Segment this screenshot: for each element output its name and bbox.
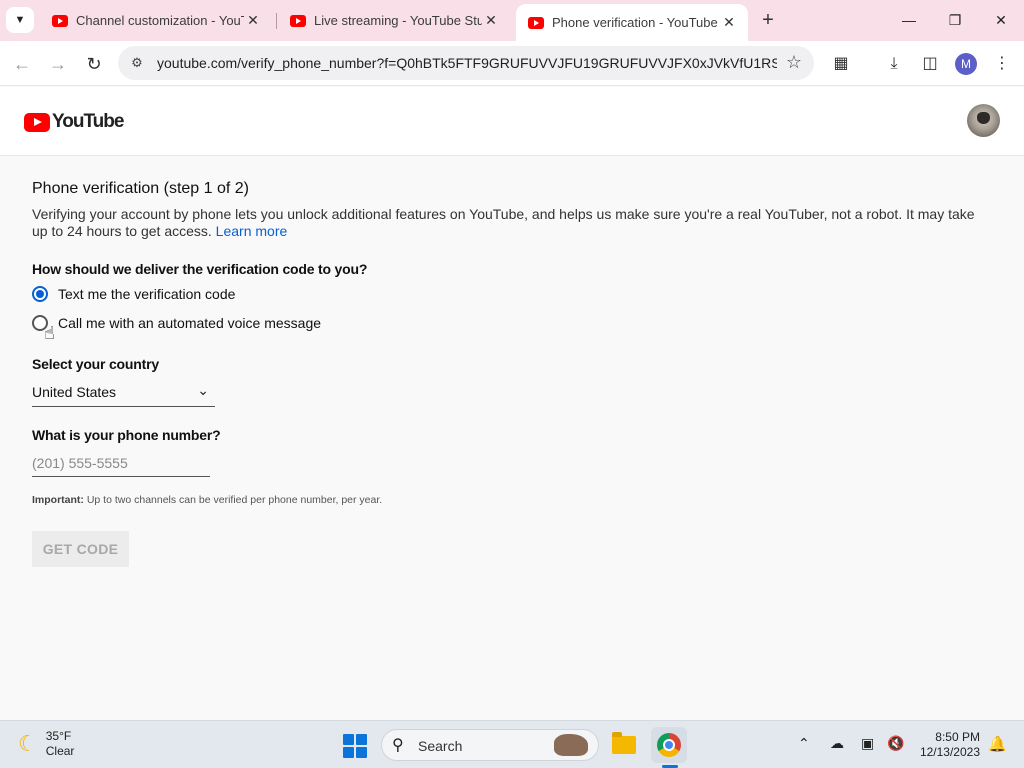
- download-icon: ⤓: [890, 55, 898, 72]
- search-icon: ⚲: [392, 737, 404, 754]
- profile-avatar[interactable]: M: [955, 53, 977, 75]
- downloads-button[interactable]: ⤓: [882, 52, 906, 76]
- site-info-icon[interactable]: ⚙: [128, 54, 146, 72]
- reload-icon: ↻: [86, 54, 102, 74]
- delivery-question: How should we deliver the verification c…: [32, 261, 368, 277]
- country-label: Select your country: [32, 356, 159, 372]
- browser-menu-button[interactable]: ⋮: [990, 52, 1014, 76]
- temperature: 35°F: [45, 729, 72, 743]
- notification-bell-icon[interactable]: 🔔: [988, 735, 1007, 753]
- file-explorer-button[interactable]: [606, 727, 642, 763]
- youtube-logo[interactable]: YouTube: [24, 111, 124, 133]
- clock-date: 12/13/2023: [919, 745, 980, 759]
- option-voice-call[interactable]: Call me with an automated voice message …: [32, 315, 322, 343]
- reload-button[interactable]: ↻: [82, 52, 106, 76]
- phone-number-input[interactable]: (201) 555-5555: [32, 453, 210, 477]
- tab-separator: [276, 13, 277, 29]
- plus-icon: +: [762, 9, 774, 31]
- address-url[interactable]: youtube.com/verify_phone_number?f=Q0hBTk…: [157, 55, 777, 71]
- restore-button[interactable]: ❐: [940, 8, 970, 32]
- volume-muted-icon[interactable]: 🔇: [887, 735, 904, 752]
- close-icon[interactable]: ✕: [244, 12, 262, 29]
- note-bold: Important:: [32, 494, 84, 506]
- moon-icon: ☾: [18, 731, 38, 756]
- chrome-icon: [657, 733, 681, 757]
- phone-label: What is your phone number?: [32, 427, 221, 443]
- get-code-button[interactable]: GET CODE: [32, 531, 129, 567]
- option-label: Text me the verification code: [58, 286, 236, 302]
- page-title: Phone verification (step 1 of 2): [32, 180, 250, 197]
- tab-live-streaming[interactable]: Live streaming - YouTube Studio ✕: [278, 4, 510, 37]
- youtube-logo-text: YouTube: [52, 111, 124, 132]
- tab-phone-verification[interactable]: Phone verification - YouTube ✕: [516, 4, 748, 41]
- windows-logo-icon: [343, 734, 354, 745]
- chrome-taskbar-button[interactable]: [651, 727, 687, 763]
- close-icon[interactable]: ✕: [482, 12, 500, 29]
- country-value: United States: [32, 384, 117, 400]
- windows-taskbar: ☾ 35°F Clear ⚲ Search ⌃ ☁ ▣ 🔇 8:50 PM 12…: [0, 720, 1024, 768]
- more-vert-icon: ⋮: [994, 55, 1010, 72]
- tab-title: Channel customization - YouTube: [76, 13, 244, 28]
- display-icon[interactable]: ▣: [861, 735, 874, 752]
- minimize-button[interactable]: —: [894, 8, 924, 32]
- close-icon: ✕: [995, 12, 1007, 28]
- taskbar-search[interactable]: ⚲ Search: [381, 729, 599, 761]
- address-bar[interactable]: ⚙ youtube.com/verify_phone_number?f=Q0hB…: [118, 46, 814, 80]
- description-text: Verifying your account by phone lets you…: [32, 206, 975, 239]
- option-label: Call me with an automated voice message: [58, 315, 322, 331]
- note-text: Up to two channels can be verified per p…: [83, 494, 383, 506]
- youtube-favicon-icon: [528, 16, 544, 29]
- onedrive-icon[interactable]: ☁: [830, 735, 844, 752]
- new-tab-button[interactable]: +: [758, 9, 778, 31]
- country-select[interactable]: United States ⌄: [32, 382, 215, 407]
- browser-tab-bar: ▼ Channel customization - YouTube ✕ Live…: [0, 0, 1024, 41]
- close-window-button[interactable]: ✕: [986, 8, 1016, 32]
- extensions-button[interactable]: ▦: [829, 52, 853, 76]
- restore-icon: ❐: [948, 12, 962, 28]
- puzzle-icon: ▦: [833, 55, 849, 72]
- tab-search-button[interactable]: ▼: [6, 7, 34, 33]
- start-button[interactable]: [343, 734, 367, 758]
- forward-button[interactable]: →: [46, 52, 70, 76]
- browser-toolbar: ← → ↻ ⚙ youtube.com/verify_phone_number?…: [0, 41, 1024, 86]
- tab-channel-customization[interactable]: Channel customization - YouTube ✕: [40, 4, 272, 37]
- minimize-icon: —: [902, 12, 916, 28]
- youtube-favicon-icon: [290, 14, 306, 27]
- star-icon[interactable]: ☆: [786, 52, 802, 73]
- chevron-down-icon: ⌄: [197, 382, 209, 398]
- search-label: Search: [418, 738, 463, 754]
- account-avatar[interactable]: [967, 104, 1000, 137]
- learn-more-link[interactable]: Learn more: [216, 223, 288, 239]
- option-text-message[interactable]: Text me the verification code: [32, 286, 235, 302]
- tab-title: Phone verification - YouTube: [552, 15, 718, 30]
- system-clock[interactable]: 8:50 PM 12/13/2023: [916, 730, 980, 760]
- weather-condition: Clear: [45, 744, 75, 758]
- page-description: Verifying your account by phone lets you…: [32, 206, 992, 240]
- chevron-down-icon: ▼: [14, 14, 26, 26]
- youtube-header: YouTube: [0, 87, 1024, 156]
- weather-widget[interactable]: ☾ 35°F Clear: [18, 729, 74, 759]
- hand-cursor-icon: ☝: [44, 323, 55, 343]
- radio-button-selected[interactable]: [32, 286, 48, 302]
- clock-time: 8:50 PM: [935, 730, 980, 744]
- youtube-play-icon: [24, 112, 50, 132]
- back-button[interactable]: ←: [10, 52, 34, 76]
- close-icon[interactable]: ✕: [720, 14, 738, 31]
- folder-icon: [612, 732, 636, 754]
- arrow-right-icon: →: [49, 54, 67, 74]
- tab-title: Live streaming - YouTube Studio: [314, 13, 482, 28]
- important-note: Important: Up to two channels can be ver…: [32, 494, 382, 506]
- side-panel-icon: ◫: [922, 55, 938, 72]
- search-highlight-image: [554, 734, 588, 756]
- youtube-favicon-icon: [52, 14, 68, 27]
- chevron-up-icon[interactable]: ⌃: [798, 735, 810, 752]
- side-panel-button[interactable]: ◫: [918, 52, 942, 76]
- arrow-left-icon: ←: [13, 54, 31, 74]
